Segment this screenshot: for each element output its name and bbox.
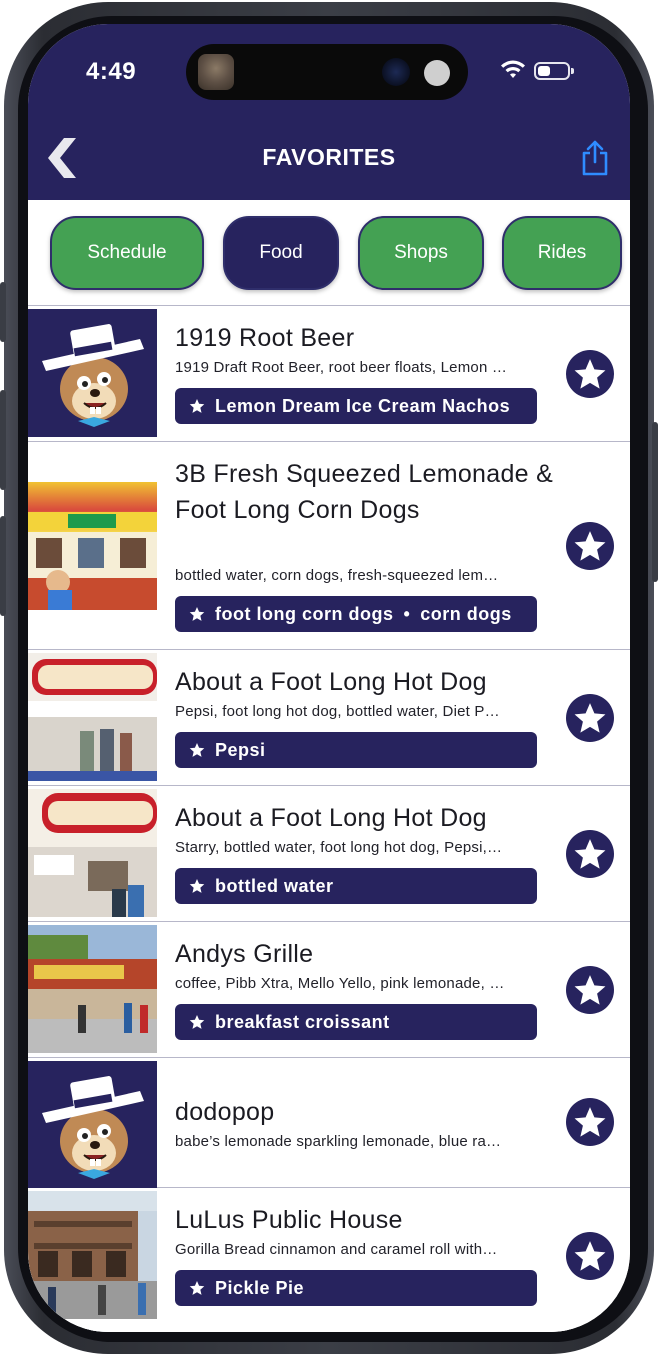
star-icon xyxy=(574,531,606,561)
dynamic-island xyxy=(186,44,468,100)
filter-chip-rides[interactable]: Rides xyxy=(502,216,622,290)
item-description: 1919 Draft Root Beer, root beer floats, … xyxy=(175,359,508,376)
matched-item-tag: Lemon Dream Ice Cream Nachos xyxy=(175,388,537,424)
category-filter-bar: Schedule Food Shops Rides xyxy=(28,200,630,306)
filter-chip-label: Rides xyxy=(537,242,587,263)
page-title: FAVORITES xyxy=(262,144,396,170)
item-description: coffee, Pibb Xtra, Mello Yello, pink lem… xyxy=(175,975,505,992)
favorite-toggle-button[interactable] xyxy=(566,830,614,878)
tag-label: Pepsi xyxy=(215,739,266,760)
tag-label: corn dogs xyxy=(420,603,512,624)
item-description: Gorilla Bread cinnamon and caramel roll … xyxy=(175,1241,498,1258)
status-time: 4:49 xyxy=(86,58,137,85)
star-icon xyxy=(574,703,606,733)
volume-up-button xyxy=(0,390,6,490)
star-icon xyxy=(574,1107,606,1137)
favorite-toggle-button[interactable] xyxy=(566,1098,614,1146)
volume-down-button xyxy=(0,516,6,616)
vendor-photo xyxy=(28,925,157,1053)
filter-chip-schedule[interactable]: Schedule xyxy=(50,216,204,290)
favorite-toggle-button[interactable] xyxy=(566,694,614,742)
star-icon xyxy=(574,359,606,389)
star-icon xyxy=(189,878,205,894)
favorite-toggle-button[interactable] xyxy=(566,522,614,570)
item-description: bottled water, corn dogs, fresh-squeezed… xyxy=(175,567,499,584)
tag-separator: • xyxy=(403,603,411,624)
item-title: Andys Grille xyxy=(175,940,314,968)
item-title: dodopop xyxy=(175,1098,275,1126)
star-icon xyxy=(189,398,205,414)
item-description: babe’s lemonade sparkling lemonade, blue… xyxy=(175,1133,502,1150)
filter-chip-label: Food xyxy=(259,242,303,263)
list-item[interactable]: Andys Grille coffee, Pibb Xtra, Mello Ye… xyxy=(28,922,630,1058)
item-description: Pepsi, foot long hot dog, bottled water,… xyxy=(175,703,500,720)
favorite-toggle-button[interactable] xyxy=(566,1232,614,1280)
chevron-left-icon xyxy=(48,138,76,178)
battery-icon xyxy=(534,62,574,80)
share-icon xyxy=(582,140,608,176)
star-icon xyxy=(574,1241,606,1271)
star-icon xyxy=(189,742,205,758)
matched-item-tag: bottled water xyxy=(175,868,537,904)
app-screen: 4:49 FAVORITES Schedule Food Shops Rides… xyxy=(28,24,630,1332)
item-title: 3B Fresh Squeezed Lemonade & Foot Long C… xyxy=(175,460,554,524)
list-item[interactable]: 3B Fresh Squeezed Lemonade & Foot Long C… xyxy=(28,442,630,650)
share-button[interactable] xyxy=(578,138,612,178)
home-indicator-area xyxy=(28,1320,630,1332)
favorite-toggle-button[interactable] xyxy=(566,350,614,398)
list-item[interactable]: 1919 Root Beer 1919 Draft Root Beer, roo… xyxy=(28,306,630,442)
tag-label: Pickle Pie xyxy=(215,1277,305,1298)
item-title: 1919 Root Beer xyxy=(175,324,355,352)
matched-item-tag: foot long corn dogs • corn dogs xyxy=(175,596,537,632)
vendor-photo xyxy=(28,1191,157,1319)
wifi-icon xyxy=(501,60,525,78)
vendor-photo xyxy=(28,653,157,781)
action-button xyxy=(0,282,6,342)
item-title: About a Foot Long Hot Dog xyxy=(175,804,487,832)
star-icon xyxy=(189,1280,205,1296)
live-activity-avatar xyxy=(198,54,234,90)
matched-item-tag: breakfast croissant xyxy=(175,1004,537,1040)
filter-chip-label: Shops xyxy=(394,242,448,263)
tag-label: bottled water xyxy=(215,875,334,896)
mascot-thumbnail xyxy=(28,309,157,437)
tag-label: foot long corn dogs xyxy=(215,603,394,624)
back-button[interactable] xyxy=(44,136,88,180)
filter-chip-label: Schedule xyxy=(87,242,167,263)
matched-item-tag: Pepsi xyxy=(175,732,537,768)
list-item[interactable]: dodopop babe’s lemonade sparkling lemona… xyxy=(28,1058,630,1189)
star-icon xyxy=(189,606,205,622)
front-camera xyxy=(382,58,410,86)
recording-indicator xyxy=(424,60,450,86)
star-icon xyxy=(574,839,606,869)
list-item[interactable]: About a Foot Long Hot Dog Starry, bottle… xyxy=(28,786,630,922)
list-item[interactable]: LuLus Public House Gorilla Bread cinnamo… xyxy=(28,1188,630,1324)
vendor-photo xyxy=(28,789,157,917)
matched-item-tag: Pickle Pie xyxy=(175,1270,537,1306)
star-icon xyxy=(574,975,606,1005)
power-button xyxy=(652,422,658,582)
mascot-thumbnail xyxy=(28,1061,157,1189)
list-item[interactable]: About a Foot Long Hot Dog Pepsi, foot lo… xyxy=(28,650,630,786)
star-icon xyxy=(189,1014,205,1030)
favorite-toggle-button[interactable] xyxy=(566,966,614,1014)
filter-chip-shops[interactable]: Shops xyxy=(358,216,484,290)
vendor-photo xyxy=(28,482,157,610)
item-title: About a Foot Long Hot Dog xyxy=(175,668,487,696)
filter-chip-food[interactable]: Food xyxy=(223,216,339,290)
item-description: Starry, bottled water, foot long hot dog… xyxy=(175,839,503,856)
tag-label: Lemon Dream Ice Cream Nachos xyxy=(215,395,511,416)
item-title: LuLus Public House xyxy=(175,1206,403,1234)
top-bar: 4:49 FAVORITES xyxy=(28,24,630,200)
tag-label: breakfast croissant xyxy=(215,1011,390,1032)
